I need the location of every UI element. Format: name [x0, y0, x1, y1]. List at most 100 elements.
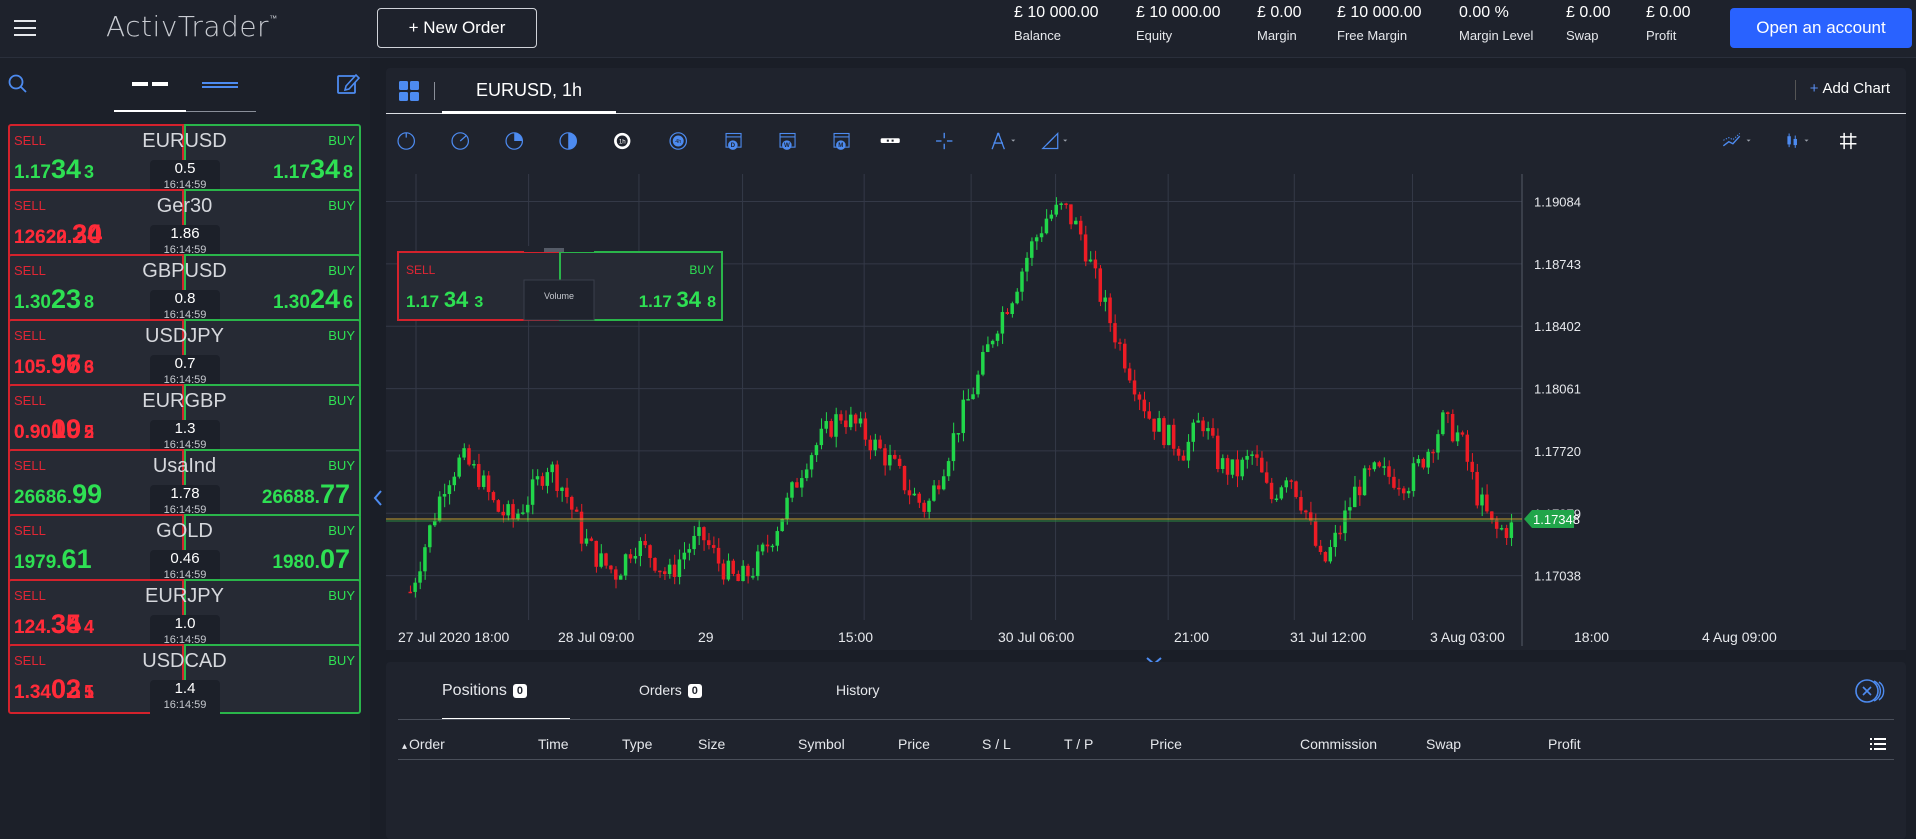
tab-history[interactable]: History [836, 682, 880, 720]
stat-value: £ 10 000.00 [1136, 4, 1221, 21]
candle-body [1441, 412, 1445, 435]
instrument-tile-ger30[interactable]: SELL BUY Ger30 12620.34 12622.20 1.86 16:… [8, 189, 361, 259]
instrument-tile-eurusd[interactable]: SELL BUY EURUSD 1.1734 3 1.1734 8 0.5 16:14… [8, 124, 361, 194]
candle-body [1460, 432, 1465, 435]
search-icon[interactable] [8, 74, 28, 94]
spread-value: 0.5 [174, 160, 196, 177]
column-header-time[interactable]: Time [538, 736, 569, 752]
layout-grid-icon[interactable] [398, 80, 420, 102]
add-chart-button[interactable]: + Add Chart [1810, 80, 1890, 97]
price-fraction: 6 [342, 292, 353, 312]
candle-body [491, 492, 496, 501]
plus-icon: + [1809, 80, 1819, 97]
y-tick-label: 1.17038 [1534, 569, 1581, 584]
price-pips: 03 [50, 674, 82, 704]
tab-eurusd-1h[interactable]: EURUSD, 1h [442, 68, 616, 114]
candle-body [1470, 461, 1474, 472]
candle-body [648, 545, 652, 558]
candle-body [844, 420, 848, 428]
candle-body [1333, 532, 1337, 548]
column-header-price[interactable]: Price [898, 736, 930, 752]
instrument-tile-usaind[interactable]: SELL BUY UsaInd 26686.99 26688.77 1.78 16… [8, 449, 361, 519]
instrument-tile-gbpusd[interactable]: SELL BUY GBPUSD 1.3023 8 1.3024 6 0.8 16:14… [8, 254, 361, 324]
candle-body [687, 549, 691, 553]
candle-body [721, 563, 726, 580]
instrument-symbol: Ger30 [156, 195, 213, 217]
column-header-commission[interactable]: Commission [1300, 736, 1377, 752]
month-calendar-icon[interactable]: M [832, 126, 862, 156]
count-badge: 0 [512, 683, 528, 698]
drag-handle-icon[interactable] [544, 248, 564, 252]
candle-body [574, 509, 579, 512]
add-chart-label: Add Chart [1822, 80, 1890, 97]
column-settings-icon[interactable] [1870, 738, 1886, 751]
candle-body [1245, 455, 1249, 460]
y-tick-label: 1.18402 [1534, 319, 1581, 334]
stat-swap: £ 0.00 Swap [1566, 4, 1610, 43]
pie-icon[interactable] [504, 126, 534, 156]
candle-body [1323, 551, 1328, 562]
tab-positions[interactable]: Positions 0 [442, 682, 570, 720]
candle-body [1499, 528, 1504, 530]
column-header-t-p[interactable]: T / P [1064, 736, 1093, 752]
candle-body [917, 493, 921, 503]
pen-draw-icon[interactable] [1040, 126, 1070, 156]
grid-toggle-icon[interactable] [1838, 126, 1868, 156]
instrument-tile-usdjpy[interactable]: SELL BUY USDJPY 105.96 6 105.97 3 0.7 16:14… [8, 319, 361, 389]
candle-body [790, 482, 794, 498]
tab-label: Orders [639, 682, 682, 698]
tab-label: Positions [442, 682, 507, 699]
tile-view-tab[interactable] [114, 82, 186, 112]
column-header-size[interactable]: Size [698, 736, 725, 752]
candle-body [726, 560, 731, 580]
candle-body [1304, 510, 1308, 513]
instrument-tile-gold[interactable]: SELL BUY GOLD 1979.61 1980.07 0.46 16:14:… [8, 514, 361, 584]
column-header-order[interactable]: ▴ Order [402, 736, 445, 752]
candle-body [1020, 271, 1024, 292]
column-header-s-l[interactable]: S / L [982, 736, 1011, 752]
column-header-price[interactable]: Price [1150, 736, 1182, 752]
candle-body [1406, 491, 1411, 494]
circle-quarter-icon[interactable] [450, 126, 480, 156]
open-account-button[interactable]: Open an account [1730, 8, 1912, 48]
1h-timeframe-icon[interactable]: 1h [612, 126, 642, 156]
instrument-tile-eurgbp[interactable]: SELL BUY EURGBP 0.9009 2 0.9010 5 1.3 16:14… [8, 384, 361, 454]
week-calendar-icon[interactable]: W [778, 126, 808, 156]
candle-body [785, 497, 789, 519]
4h-timeframe-icon[interactable]: 4h [668, 126, 698, 156]
half-circle-icon[interactable] [558, 126, 588, 156]
tab-orders[interactable]: Orders 0 [639, 682, 702, 720]
price-major: 26688. [261, 487, 320, 508]
column-header-type[interactable]: Type [622, 736, 652, 752]
candle-body [873, 439, 877, 451]
candle-body [1357, 486, 1362, 496]
tabs-divider [398, 719, 1894, 720]
chart-plot-area[interactable]: 1.19084 1.18743 1.18402 1.18061 1.17720 1.173… [386, 174, 1906, 650]
column-header-swap[interactable]: Swap [1426, 736, 1461, 752]
tab-label: History [836, 682, 880, 698]
instrument-tile-eurjpy[interactable]: SELL BUY EURJPY 124.34 4 124.35 4 1.0 16:14… [8, 579, 361, 649]
candle-body [662, 571, 667, 575]
candle-body [976, 374, 980, 395]
quick-trade-widget[interactable]: SELL BUYVolume1.17 34 3 1.17 34 8 [397, 246, 723, 321]
column-header-profit[interactable]: Profit [1548, 736, 1581, 752]
ruler-icon[interactable] [880, 126, 910, 156]
crosshair-icon[interactable] [934, 126, 964, 156]
compass-draw-icon[interactable] [988, 126, 1018, 156]
candle-body [516, 513, 520, 519]
candle-body [1279, 487, 1284, 499]
price-major: 0.90 [14, 422, 51, 443]
edit-icon[interactable] [336, 72, 360, 96]
circle-icon[interactable] [396, 126, 426, 156]
indicator-icon[interactable] [1722, 126, 1752, 156]
candlestick-chart[interactable]: 1.19084 1.18743 1.18402 1.18061 1.17720 1.173… [386, 174, 1906, 650]
instrument-tile-usdcad[interactable]: SELL BUY USDCAD 1.3402 1 1.3403 5 1.4 16:14… [8, 644, 361, 714]
list-view-tab[interactable] [186, 82, 256, 112]
day-calendar-icon[interactable]: D [724, 126, 754, 156]
candle-type-icon[interactable] [1784, 126, 1814, 156]
column-header-symbol[interactable]: Symbol [798, 736, 845, 752]
candle-body [1255, 454, 1259, 458]
close-all-positions-icon[interactable] [1854, 678, 1890, 704]
chevron-left-icon[interactable] [372, 488, 384, 508]
instrument-symbol: EURGBP [142, 390, 227, 412]
